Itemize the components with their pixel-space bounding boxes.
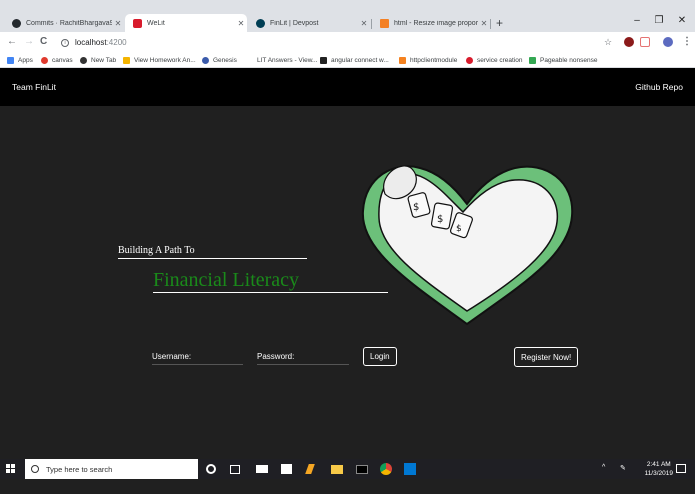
cortana-icon[interactable] (206, 464, 216, 474)
bookmark-angular-connect[interactable]: angular connect w... (320, 55, 389, 66)
windows-start-icon[interactable] (6, 464, 16, 474)
browser-tab-strip: Commits · RachitBhargava99/He ✕ WeLit ✕ … (0, 0, 695, 32)
address-bar[interactable]: i localhost:4200 (55, 35, 615, 50)
svg-text:$: $ (456, 224, 462, 234)
tab-label: WeLit (147, 19, 165, 27)
taskbar-search[interactable]: Type here to search (25, 459, 198, 479)
tab-label: html - Resize image proportiona (394, 20, 478, 27)
stackoverflow-icon (380, 19, 389, 28)
tab-commits[interactable]: Commits · RachitBhargava99/He ✕ (4, 15, 124, 32)
windows-taskbar: Type here to search ^ ✎ 2:41 AM 11/3/201… (0, 459, 695, 479)
close-icon[interactable]: ✕ (235, 19, 247, 28)
sublime-icon[interactable] (305, 464, 315, 474)
info-icon[interactable]: i (61, 38, 69, 47)
close-icon[interactable]: ✕ (358, 19, 370, 28)
bookmark-new-tab[interactable]: New Tab (80, 55, 116, 66)
bookmark-canvas[interactable]: canvas (41, 55, 73, 66)
username-label: Username: (152, 352, 192, 361)
profile-avatar[interactable] (663, 37, 673, 47)
apps-grid-icon (7, 57, 14, 64)
store-icon[interactable] (281, 464, 292, 474)
browser-toolbar: ← → C i localhost:4200 ☆ ⋮ (0, 32, 695, 53)
close-icon[interactable]: ✕ (112, 19, 124, 28)
register-button[interactable]: Register Now! (514, 347, 579, 367)
task-view-icon[interactable] (230, 465, 240, 474)
tab-welit[interactable]: WeLit ✕ (125, 14, 247, 32)
page-icon (246, 57, 253, 64)
bookmarks-bar: Apps canvas New Tab View Homework An... … (0, 53, 695, 68)
tab-devpost[interactable]: FinLit | Devpost ✕ (248, 15, 370, 32)
close-window-button[interactable]: ✕ (671, 15, 693, 26)
reload-button[interactable]: C (40, 36, 47, 48)
tab-stackoverflow[interactable]: html - Resize image proportiona ✕ (372, 15, 490, 32)
main-content: Building A Path To Financial Literacy $ … (0, 106, 695, 459)
tab-label: FinLit | Devpost (270, 20, 319, 27)
password-input[interactable] (298, 352, 339, 361)
angular-icon (466, 57, 473, 64)
bookmark-lit-answers[interactable]: LIT Answers - View... (246, 55, 317, 66)
terminal-icon[interactable] (356, 465, 368, 474)
canvas-icon (41, 57, 48, 64)
minimize-button[interactable]: – (626, 15, 648, 26)
bookmark-homework[interactable]: View Homework An... (123, 55, 196, 66)
forward-button[interactable]: → (24, 36, 34, 48)
close-icon[interactable]: ✕ (478, 19, 490, 28)
back-button[interactable]: ← (7, 36, 17, 48)
heart-illustration: $ $ $ (361, 165, 574, 326)
stackoverflow-icon (399, 57, 406, 64)
screen: Commits · RachitBhargava99/He ✕ WeLit ✕ … (0, 0, 695, 494)
address-host: localhost (75, 38, 107, 47)
angular-icon (320, 57, 327, 64)
file-explorer-icon[interactable] (331, 465, 343, 474)
search-placeholder: Type here to search (46, 464, 113, 474)
bookmark-genesis[interactable]: Genesis (202, 55, 237, 66)
clock-date: 11/3/2019 (644, 470, 673, 477)
search-icon (31, 465, 39, 473)
bookmark-pageable[interactable]: Pageable nonsense (529, 55, 597, 66)
notification-icon[interactable] (676, 464, 686, 473)
chrome-icon[interactable] (380, 463, 392, 475)
pen-icon[interactable]: ✎ (620, 464, 626, 472)
extension-icon[interactable] (640, 37, 650, 47)
new-tab-button[interactable]: + (496, 16, 503, 30)
devpost-icon (256, 19, 265, 28)
svg-text:$: $ (413, 202, 419, 213)
password-label: Password: (257, 352, 295, 361)
menu-icon[interactable]: ⋮ (682, 36, 692, 48)
mail-icon[interactable] (256, 465, 268, 473)
maximize-button[interactable]: ❐ (648, 15, 670, 26)
ublock-icon[interactable] (624, 37, 634, 47)
taskbar-clock[interactable]: 2:41 AM 11/3/2019 (645, 460, 673, 478)
brand-title[interactable]: Team FinLit (12, 82, 56, 92)
bottom-strip (0, 479, 695, 494)
svg-text:$: $ (437, 214, 443, 225)
document-icon (123, 57, 130, 64)
address-port: :4200 (106, 38, 127, 47)
app-navbar: Team FinLit Github Repo (0, 68, 695, 106)
headline: Financial Literacy (153, 268, 388, 293)
angular-icon (133, 18, 142, 28)
password-field: Password: (257, 349, 349, 365)
tray-chevron-icon[interactable]: ^ (602, 464, 605, 471)
github-repo-link[interactable]: Github Repo (635, 82, 683, 92)
genesis-icon (202, 57, 209, 64)
github-icon (12, 19, 21, 28)
login-button[interactable]: Login (363, 347, 397, 366)
username-input[interactable] (195, 352, 236, 361)
globe-icon (80, 57, 87, 64)
bookmark-apps[interactable]: Apps (7, 55, 33, 66)
spring-icon (529, 57, 536, 64)
bookmark-service-creation[interactable]: service creation (466, 55, 523, 66)
star-icon[interactable]: ☆ (604, 36, 612, 48)
tagline: Building A Path To (118, 245, 307, 259)
username-field: Username: (152, 349, 243, 365)
tab-separator (490, 19, 491, 29)
vscode-icon[interactable] (404, 463, 416, 475)
clock-time: 2:41 AM (646, 461, 671, 468)
bookmark-httpclientmodule[interactable]: httpclientmodule (399, 55, 457, 66)
tab-label: Commits · RachitBhargava99/He (26, 20, 112, 27)
